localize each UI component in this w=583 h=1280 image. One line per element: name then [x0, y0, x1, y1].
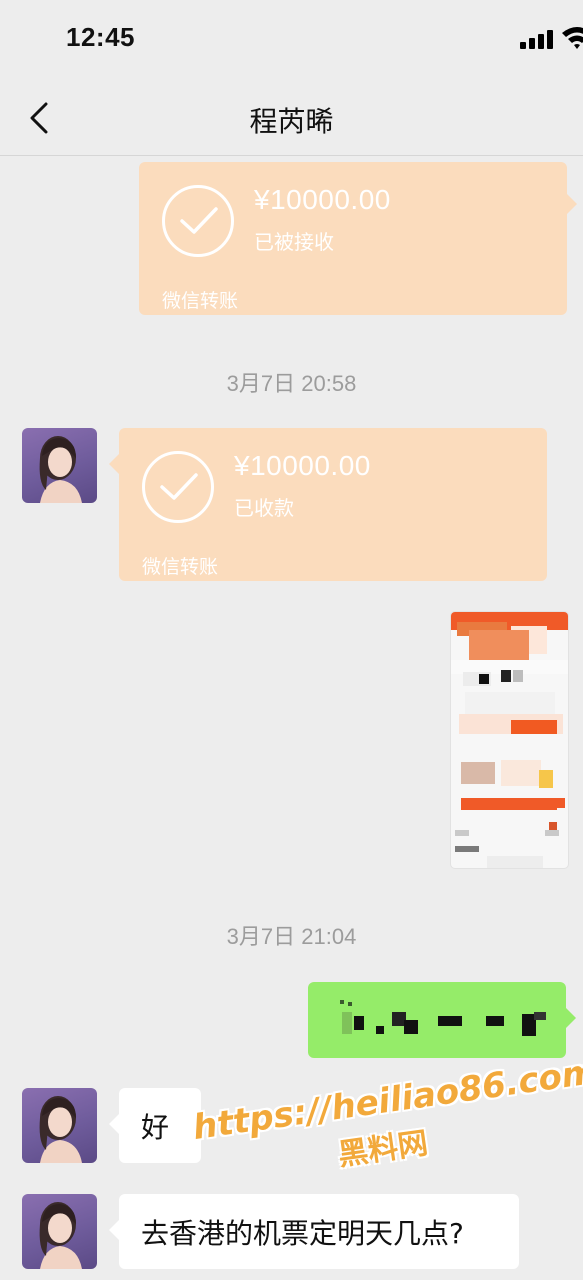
chat-title: 程芮晞: [249, 105, 334, 138]
wifi-icon: [560, 24, 583, 50]
transfer-amount: ¥10000.00: [234, 450, 371, 481]
transfer-sent-bubble[interactable]: ¥10000.00 已被接收 微信转账: [139, 162, 577, 315]
image-message-thumbnail[interactable]: [451, 612, 568, 868]
bubble-tail: [109, 1220, 119, 1240]
received-message-bubble[interactable]: 好: [109, 1088, 201, 1163]
signal-icon: [520, 29, 554, 49]
watermark: https://heiliao86.com 黑料网: [189, 1047, 583, 1198]
bubble-tail: [567, 194, 577, 214]
transfer-status: 已被接收: [254, 230, 334, 254]
avatar[interactable]: [22, 428, 97, 503]
status-time: 12:45: [66, 22, 135, 52]
nav-bar: 程芮晞: [0, 80, 583, 156]
sent-message-bubble[interactable]: [308, 982, 576, 1058]
transfer-status: 已收款: [234, 496, 294, 520]
check-circle-icon: [162, 185, 234, 257]
message-text: 好: [141, 1111, 170, 1144]
status-bar: 12:45: [0, 0, 583, 80]
bubble-tail: [109, 454, 119, 474]
watermark-url: https://heiliao86.com: [190, 1051, 583, 1148]
transfer-label: 微信转账: [142, 556, 219, 578]
watermark-name: 黑料网: [336, 1125, 431, 1174]
avatar[interactable]: [22, 1194, 97, 1269]
check-circle-icon: [142, 451, 214, 523]
bubble-tail: [109, 1114, 119, 1134]
transfer-received-bubble[interactable]: ¥10000.00 已收款 微信转账: [109, 428, 547, 581]
received-message-bubble[interactable]: 去香港的机票定明天几点?: [109, 1194, 519, 1269]
transfer-label: 微信转账: [162, 290, 239, 312]
transfer-amount: ¥10000.00: [254, 184, 391, 215]
avatar[interactable]: [22, 1088, 97, 1163]
timestamp: 3月7日 21:04: [226, 924, 357, 949]
message-text: 去香港的机票定明天几点?: [141, 1217, 464, 1250]
bubble-tail: [566, 1008, 576, 1028]
timestamp: 3月7日 20:58: [226, 371, 357, 396]
